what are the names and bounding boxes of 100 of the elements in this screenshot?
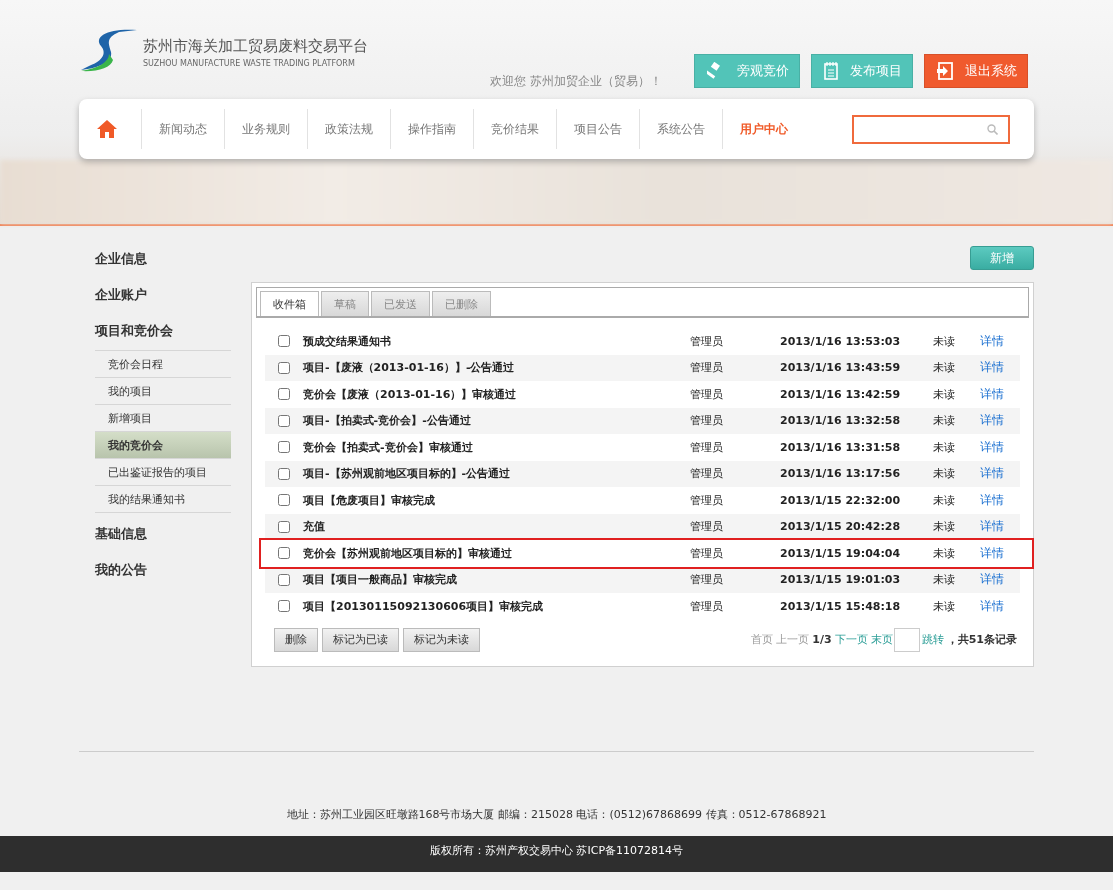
detail-link[interactable]: 详情: [980, 518, 1020, 536]
header-button[interactable]: 退出系统: [924, 54, 1028, 88]
sidebar-item[interactable]: 我的结果通知书: [95, 486, 231, 513]
row-checkbox[interactable]: [278, 388, 290, 401]
sidebar-section[interactable]: 企业信息: [95, 246, 231, 282]
message-sender: 管理员: [690, 545, 724, 561]
sidebar-section[interactable]: 我的公告: [95, 557, 231, 593]
message-time: 2013/1/15 20:42:28: [780, 520, 902, 534]
message-title: 项目-【废液（2013-01-16）】-公告通过: [303, 360, 516, 376]
message-status: 未读: [933, 545, 956, 561]
message-title: 项目-【拍卖式-竞价会】-公告通过: [303, 413, 472, 429]
detail-link[interactable]: 详情: [980, 491, 1020, 509]
message-status: 未读: [933, 466, 956, 482]
exit-icon: [937, 62, 953, 80]
nav-item[interactable]: 操作指南: [390, 109, 473, 149]
message-sender: 管理员: [690, 572, 724, 588]
record-count: ，共51条记录: [946, 632, 1017, 647]
message-title: 竞价会【苏州观前地区项目标的】审核通过: [303, 545, 513, 561]
detail-link[interactable]: 详情: [980, 385, 1020, 403]
logo-subtitle: SUZHOU MANUFACTURE WASTE TRADING PLATFORM: [143, 59, 356, 68]
search-field[interactable]: [852, 114, 1010, 144]
message-status: 未读: [933, 386, 956, 402]
detail-link[interactable]: 详情: [980, 359, 1020, 377]
message-sender: 管理员: [690, 519, 724, 535]
tab[interactable]: 草稿: [321, 291, 369, 316]
jump-link[interactable]: 跳转: [921, 632, 944, 647]
message-sender: 管理员: [690, 598, 724, 614]
logo-title: 苏州市海关加工贸易废料交易平台: [143, 37, 368, 56]
sidebar-item[interactable]: 已出鉴证报告的项目: [95, 459, 231, 486]
message-time: 2013/1/16 13:17:56: [780, 467, 902, 481]
tab[interactable]: 已发送: [371, 291, 430, 316]
page-input[interactable]: [893, 627, 920, 652]
nav-item[interactable]: 系统公告: [639, 109, 722, 149]
detail-link[interactable]: 详情: [980, 544, 1020, 562]
action-button[interactable]: 标记为已读: [322, 627, 399, 652]
notepad-icon: [824, 62, 838, 80]
message-title: 竞价会【废液（2013-01-16）】审核通过: [303, 386, 518, 402]
action-button[interactable]: 删除: [274, 627, 318, 652]
page-link[interactable]: 末页: [870, 632, 893, 647]
nav-item[interactable]: 政策法规: [307, 109, 390, 149]
message-time: 2013/1/15 19:01:03: [780, 573, 902, 587]
row-checkbox[interactable]: [278, 361, 290, 374]
nav-item[interactable]: 项目公告: [556, 109, 639, 149]
message-sender: 管理员: [690, 413, 724, 429]
nav-item[interactable]: 竞价结果: [473, 109, 556, 149]
message-title: 竞价会【拍卖式-竞价会】审核通过: [303, 439, 474, 455]
message-sender: 管理员: [690, 333, 724, 349]
row-checkbox[interactable]: [278, 600, 290, 613]
page-link[interactable]: 下一页: [834, 632, 868, 647]
sidebar-section[interactable]: 项目和竞价会: [95, 318, 231, 354]
tab[interactable]: 收件箱: [260, 291, 319, 316]
message-title: 充值: [303, 519, 326, 535]
message-time: 2013/1/16 13:53:03: [780, 334, 902, 348]
sidebar-section[interactable]: 基础信息: [95, 521, 231, 557]
message-time: 2013/1/16 13:42:59: [780, 387, 902, 401]
nav-item[interactable]: 业务规则: [224, 109, 307, 149]
nav-item[interactable]: 用户中心: [722, 109, 805, 149]
row-checkbox[interactable]: [278, 573, 290, 586]
copyright-bar: 版权所有：苏州产权交易中心 苏ICP备11072814号: [0, 836, 1113, 872]
message-time: 2013/1/15 15:48:18: [780, 599, 902, 613]
home-icon[interactable]: [97, 120, 117, 138]
message-time: 2013/1/15 19:04:04: [780, 546, 902, 560]
detail-link[interactable]: 详情: [980, 465, 1020, 483]
action-button[interactable]: 标记为未读: [403, 627, 480, 652]
detail-link[interactable]: 详情: [980, 412, 1020, 430]
row-checkbox[interactable]: [278, 494, 290, 507]
footer-address: 地址：苏州工业园区旺墩路168号市场大厦 邮编：215028 电话：(0512)67868699 传真：0512-67868921: [286, 807, 827, 822]
message-title: 项目【20130115092130606项目】审核完成: [303, 598, 545, 614]
row-checkbox[interactable]: [278, 547, 290, 560]
row-checkbox[interactable]: [278, 414, 290, 427]
message-sender: 管理员: [690, 492, 724, 508]
message-title: 项目【项目一般商品】审核完成: [303, 572, 458, 588]
message-status: 未读: [933, 439, 956, 455]
message-sender: 管理员: [690, 466, 724, 482]
sidebar-item[interactable]: 我的项目: [95, 378, 231, 405]
message-time: 2013/1/16 13:32:58: [780, 414, 902, 428]
message-status: 未读: [933, 572, 956, 588]
nav-item[interactable]: 新闻动态: [141, 109, 224, 149]
message-status: 未读: [933, 333, 956, 349]
sidebar-section[interactable]: 企业账户: [95, 282, 231, 318]
detail-link[interactable]: 详情: [980, 571, 1020, 589]
message-status: 未读: [933, 519, 956, 535]
message-title: 项目-【苏州观前地区项目标的】-公告通过: [303, 466, 512, 482]
detail-link[interactable]: 详情: [980, 597, 1020, 615]
row-checkbox[interactable]: [278, 335, 290, 348]
row-checkbox[interactable]: [278, 441, 290, 454]
row-checkbox[interactable]: [278, 467, 290, 480]
welcome-text: 欢迎您 苏州加贸企业（贸易）！: [490, 73, 662, 90]
sidebar-item[interactable]: 竞价会日程: [95, 351, 231, 378]
sidebar-item[interactable]: 我的竞价会: [95, 432, 231, 459]
message-title: 项目【危废项目】审核完成: [303, 492, 436, 508]
tab[interactable]: 已删除: [432, 291, 491, 316]
page-indicator: 1/3: [812, 633, 832, 646]
message-time: 2013/1/15 22:32:00: [780, 493, 902, 507]
message-status: 未读: [933, 492, 956, 508]
row-checkbox[interactable]: [278, 520, 290, 533]
detail-link[interactable]: 详情: [980, 332, 1020, 350]
detail-link[interactable]: 详情: [980, 438, 1020, 456]
message-status: 未读: [933, 598, 956, 614]
message-sender: 管理员: [690, 386, 724, 402]
